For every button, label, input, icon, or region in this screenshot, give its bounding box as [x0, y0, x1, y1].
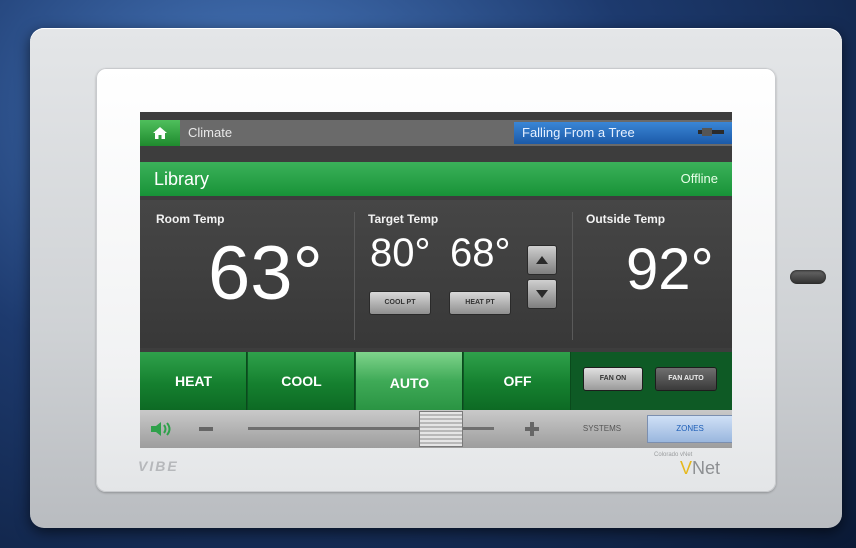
room-temp-value: 63°	[208, 231, 323, 316]
volume-slider-thumb[interactable]	[420, 412, 462, 446]
mode-bar: HEAT COOL AUTO OFF FAN ON FAN AUTO	[140, 352, 732, 410]
mute-button[interactable]	[140, 410, 184, 448]
vnet-text: Net	[692, 458, 721, 478]
arrow-up-icon	[536, 256, 548, 264]
room-temp-label: Room Temp	[156, 212, 225, 226]
temp-down-button[interactable]	[528, 280, 556, 308]
v-mark-icon: V	[680, 458, 693, 478]
heat-point-button[interactable]: HEAT PT	[450, 292, 510, 314]
speaker-icon	[151, 422, 171, 436]
home-button[interactable]	[140, 120, 180, 146]
volume-bar: SYSTEMS ZONES	[140, 410, 732, 448]
now-playing-bar[interactable]: Falling From a Tree	[514, 122, 732, 144]
zones-button[interactable]: ZONES	[648, 416, 732, 442]
target-temp-label: Target Temp	[368, 212, 439, 226]
plus-icon	[525, 422, 539, 436]
zone-bar: Library Offline	[140, 162, 732, 196]
breadcrumb: Climate	[188, 125, 233, 140]
home-icon	[153, 127, 167, 139]
zone-name: Library	[154, 169, 210, 189]
ir-sensor	[790, 270, 826, 284]
mode-off-button[interactable]: OFF	[464, 352, 571, 410]
heat-setpoint-value: 68°	[450, 231, 511, 275]
fan-on-button[interactable]: FAN ON	[584, 368, 642, 390]
mode-auto-button[interactable]: AUTO	[356, 352, 463, 410]
colorado-vnet-logo: Colorado vNet VNet	[654, 452, 720, 479]
outside-temp-value: 92°	[626, 237, 714, 302]
audio-source-icon	[698, 128, 724, 136]
panel-divider	[572, 212, 573, 340]
temp-up-button[interactable]	[528, 246, 556, 274]
top-bar: Climate Falling From a Tree	[140, 120, 732, 146]
volume-up-button[interactable]	[512, 410, 552, 448]
mode-cool-button[interactable]: COOL	[248, 352, 355, 410]
vnet-mark: VNet	[654, 458, 720, 478]
cool-setpoint-value: 80°	[370, 231, 431, 275]
minus-icon	[199, 427, 213, 431]
temperature-panel: Room Temp 63° Target Temp 80° 68° COOL P…	[140, 200, 732, 348]
company-name-small: Colorado vNet	[654, 452, 693, 458]
zone-status: Offline	[680, 171, 718, 186]
outside-temp-label: Outside Temp	[586, 212, 666, 226]
systems-button[interactable]: SYSTEMS	[560, 416, 644, 442]
panel-divider	[354, 212, 355, 340]
now-playing-title: Falling From a Tree	[522, 125, 635, 140]
mode-heat-button[interactable]: HEAT	[140, 352, 247, 410]
cool-point-button[interactable]: COOL PT	[370, 292, 430, 314]
arrow-down-icon	[536, 290, 548, 298]
touchscreen: Climate Falling From a Tree Library Offl…	[140, 112, 732, 448]
volume-down-button[interactable]	[186, 410, 226, 448]
fan-auto-button[interactable]: FAN AUTO	[656, 368, 716, 390]
vibe-logo: VIBE	[138, 458, 179, 474]
